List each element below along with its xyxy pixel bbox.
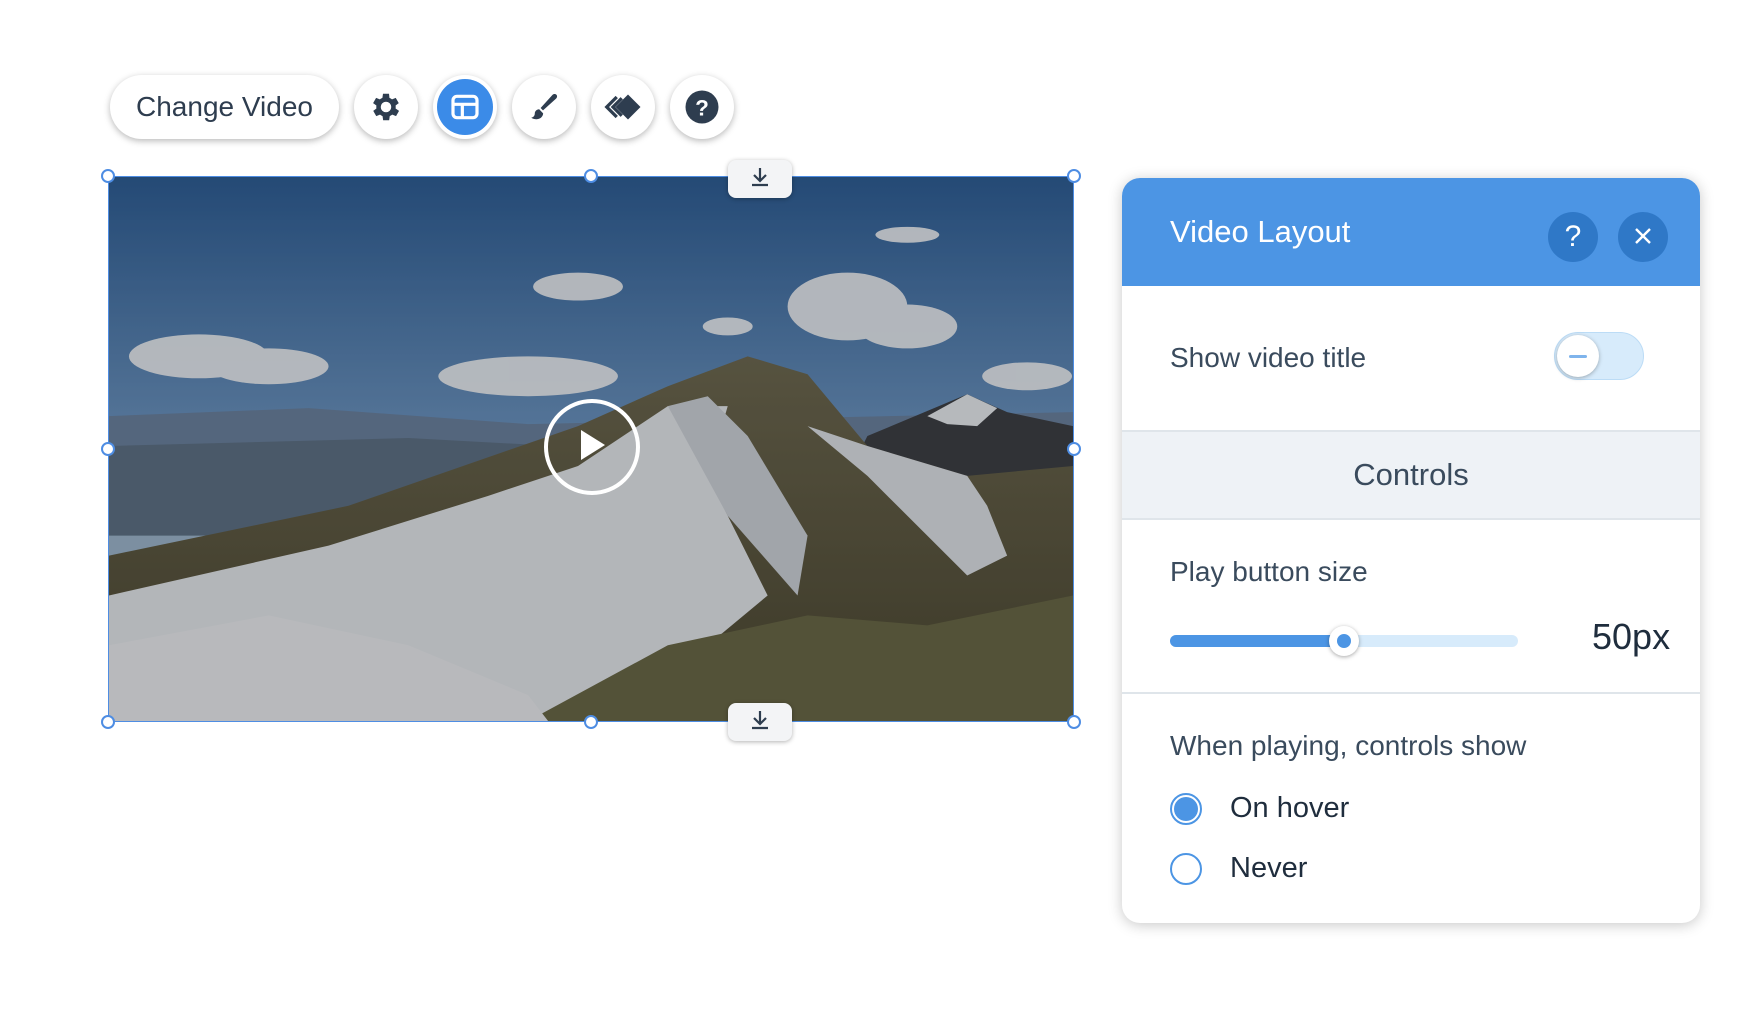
radio-label: On hover: [1230, 792, 1350, 824]
radio-indicator: [1170, 852, 1202, 885]
help-button[interactable]: ?: [669, 75, 734, 139]
show-title-toggle[interactable]: [1554, 332, 1644, 380]
resize-handle-bottom-center[interactable]: [584, 715, 598, 729]
play-button[interactable]: [544, 399, 640, 495]
radio-label: Never: [1230, 852, 1308, 884]
close-icon: [1633, 220, 1653, 254]
radio-indicator: [1170, 792, 1202, 825]
settings-button[interactable]: [353, 75, 418, 139]
radio-dot: [1174, 796, 1198, 821]
play-size-value: 50px: [1592, 616, 1671, 657]
animation-button[interactable]: [590, 75, 655, 139]
play-icon: [575, 426, 609, 469]
layout-button[interactable]: [432, 75, 497, 139]
minus-icon: [1569, 354, 1587, 358]
change-video-label: Change Video: [136, 91, 313, 122]
play-size-slider[interactable]: [1170, 626, 1518, 656]
stretch-handle-top[interactable]: [728, 160, 792, 198]
design-button[interactable]: [511, 75, 576, 139]
video-player[interactable]: [108, 176, 1074, 722]
animation-icon: [603, 92, 643, 122]
slider-thumb[interactable]: [1329, 626, 1359, 656]
resize-handle-top-right[interactable]: [1067, 169, 1081, 183]
slider-thumb-dot: [1337, 634, 1351, 648]
resize-handle-top-left[interactable]: [101, 169, 115, 183]
svg-text:?: ?: [695, 95, 709, 120]
show-title-row: Show video title: [1122, 286, 1700, 432]
layout-button-active-bg: [436, 79, 493, 135]
brush-icon: [527, 90, 561, 124]
stretch-handle-bottom[interactable]: [728, 703, 792, 741]
download-arrow-icon: [749, 166, 771, 193]
panel-header: Video Layout ?: [1122, 178, 1700, 286]
question-icon: ?: [1564, 220, 1582, 253]
slider-fill: [1170, 635, 1344, 647]
controls-section-label: Controls: [1353, 457, 1469, 492]
panel-title: Video Layout: [1170, 214, 1351, 249]
panel-help-button[interactable]: ?: [1548, 212, 1598, 262]
resize-handle-middle-right[interactable]: [1067, 442, 1081, 456]
radio-never[interactable]: Never: [1170, 852, 1307, 885]
layout-icon: [449, 91, 481, 123]
help-icon: ?: [684, 89, 720, 125]
controls-section-header: Controls: [1122, 432, 1700, 520]
panel-close-button[interactable]: [1618, 212, 1668, 262]
gear-icon: [368, 89, 404, 125]
show-title-label: Show video title: [1170, 342, 1367, 373]
radio-on-hover[interactable]: On hover: [1170, 792, 1349, 825]
resize-handle-bottom-left[interactable]: [101, 715, 115, 729]
play-size-label: Play button size: [1170, 556, 1368, 587]
resize-handle-middle-left[interactable]: [101, 442, 115, 456]
toggle-knob: [1557, 335, 1599, 377]
video-layout-panel: Video Layout ? Show video title Controls…: [1122, 178, 1700, 923]
element-toolbar: Change Video ?: [110, 75, 734, 139]
resize-handle-top-center[interactable]: [584, 169, 598, 183]
play-size-row: [1122, 520, 1700, 694]
change-video-button[interactable]: Change Video: [110, 75, 339, 139]
resize-handle-bottom-right[interactable]: [1067, 715, 1081, 729]
controls-show-label: When playing, controls show: [1170, 730, 1527, 761]
download-arrow-icon: [749, 709, 771, 736]
